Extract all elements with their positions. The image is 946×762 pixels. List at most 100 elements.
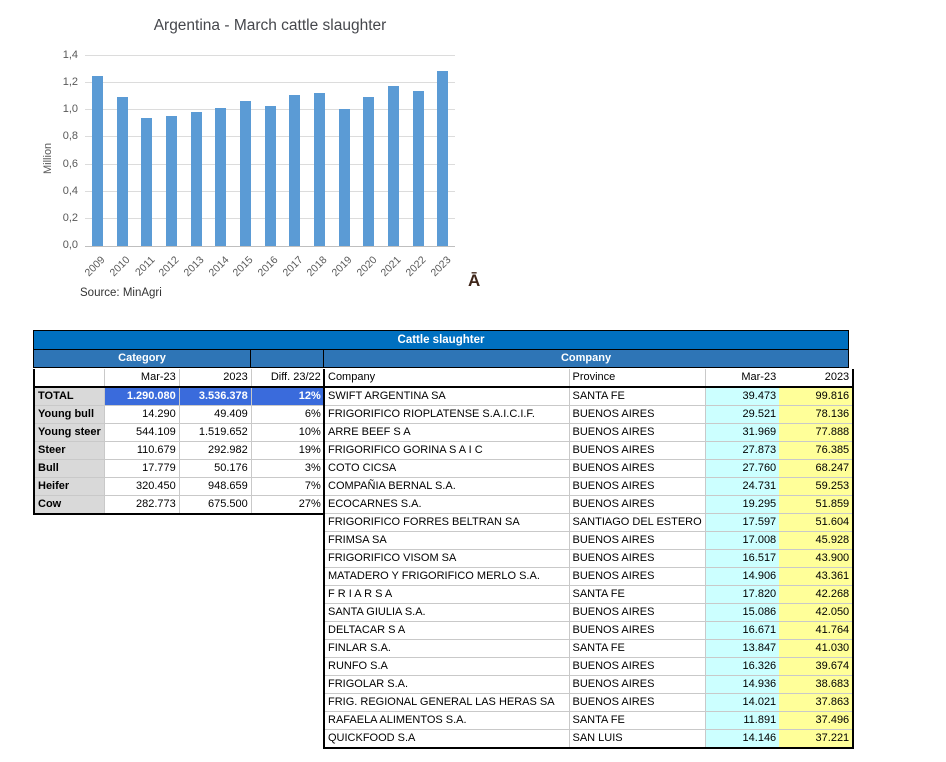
company-2023-cell[interactable]: 59.253 [779, 478, 853, 496]
company-province-cell[interactable]: BUENOS AIRES [569, 676, 705, 694]
company-2023-cell[interactable]: 99.816 [779, 387, 853, 406]
company-province-cell[interactable]: BUENOS AIRES [569, 406, 705, 424]
company-province-cell[interactable]: SANTA FE [569, 712, 705, 730]
company-name-cell[interactable]: SWIFT ARGENTINA SA [324, 387, 569, 406]
company-name-cell[interactable]: FRIG. REGIONAL GENERAL LAS HERAS SA [324, 694, 569, 712]
category-section-header[interactable]: Category [34, 350, 251, 368]
company-name-cell[interactable]: F R I A R S A [324, 586, 569, 604]
company-mar23-cell[interactable]: 29.521 [705, 406, 779, 424]
company-name-cell[interactable]: ARRE BEEF S A [324, 424, 569, 442]
category-2023-cell[interactable]: 1.519.652 [179, 424, 251, 442]
company-mar23-cell[interactable]: 16.671 [705, 622, 779, 640]
company-name-cell[interactable]: FRIMSA SA [324, 532, 569, 550]
company-2023-cell[interactable]: 39.674 [779, 658, 853, 676]
company-province-cell[interactable]: BUENOS AIRES [569, 550, 705, 568]
company-mar23-cell[interactable]: 27.873 [705, 442, 779, 460]
category-diff-cell[interactable]: 3% [251, 460, 324, 478]
company-province-cell[interactable]: BUENOS AIRES [569, 658, 705, 676]
company-province-cell[interactable]: SAN LUIS [569, 730, 705, 749]
category-row-label[interactable]: Bull [34, 460, 104, 478]
category-diff-cell[interactable]: 7% [251, 478, 324, 496]
company-2023-cell[interactable]: 68.247 [779, 460, 853, 478]
category-diff-cell[interactable]: 27% [251, 496, 324, 515]
company-mar23-cell[interactable]: 13.847 [705, 640, 779, 658]
category-mar23-cell[interactable]: 1.290.080 [104, 387, 179, 406]
company-2023-cell[interactable]: 38.683 [779, 676, 853, 694]
company-mar23-cell[interactable]: 14.021 [705, 694, 779, 712]
company-name-cell[interactable]: FRIGOLAR S.A. [324, 676, 569, 694]
company-name-cell[interactable]: SANTA GIULIA S.A. [324, 604, 569, 622]
company-name-cell[interactable]: FRIGORIFICO VISOM SA [324, 550, 569, 568]
category-2023-cell[interactable]: 675.500 [179, 496, 251, 515]
company-name-cell[interactable]: DELTACAR S A [324, 622, 569, 640]
company-2023-cell[interactable]: 42.268 [779, 586, 853, 604]
category-2023-cell[interactable]: 49.409 [179, 406, 251, 424]
company-province-cell[interactable]: BUENOS AIRES [569, 694, 705, 712]
category-row-label[interactable]: TOTAL [34, 387, 104, 406]
category-diff-cell[interactable]: 19% [251, 442, 324, 460]
category-row-label[interactable]: Steer [34, 442, 104, 460]
category-2023-cell[interactable]: 292.982 [179, 442, 251, 460]
company-mar23-cell[interactable]: 15.086 [705, 604, 779, 622]
company-name-cell[interactable]: FRIGORIFICO RIOPLATENSE S.A.I.C.I.F. [324, 406, 569, 424]
company-mar23-cell[interactable]: 24.731 [705, 478, 779, 496]
company-province-cell[interactable]: SANTIAGO DEL ESTERO [569, 514, 705, 532]
company-mar23-cell[interactable]: 27.760 [705, 460, 779, 478]
company-mar23-cell[interactable]: 17.597 [705, 514, 779, 532]
category-col-header-mar23[interactable]: Mar-23 [104, 369, 179, 387]
company-mar23-cell[interactable]: 14.146 [705, 730, 779, 749]
category-2023-cell[interactable]: 50.176 [179, 460, 251, 478]
company-name-cell[interactable]: FINLAR S.A. [324, 640, 569, 658]
company-2023-cell[interactable]: 37.863 [779, 694, 853, 712]
company-2023-cell[interactable]: 76.385 [779, 442, 853, 460]
category-mar23-cell[interactable]: 110.679 [104, 442, 179, 460]
company-province-cell[interactable]: BUENOS AIRES [569, 496, 705, 514]
category-diff-cell[interactable]: 6% [251, 406, 324, 424]
category-2023-cell[interactable]: 948.659 [179, 478, 251, 496]
company-province-cell[interactable]: BUENOS AIRES [569, 424, 705, 442]
section-header-spacer-cell[interactable] [251, 350, 324, 368]
company-mar23-cell[interactable]: 16.326 [705, 658, 779, 676]
table-title-cell[interactable]: Cattle slaughter [34, 331, 849, 350]
category-diff-cell[interactable]: 12% [251, 387, 324, 406]
company-name-cell[interactable]: FRIGORIFICO GORINA S A I C [324, 442, 569, 460]
company-province-cell[interactable]: BUENOS AIRES [569, 622, 705, 640]
company-mar23-cell[interactable]: 16.517 [705, 550, 779, 568]
company-province-cell[interactable]: BUENOS AIRES [569, 442, 705, 460]
company-2023-cell[interactable]: 77.888 [779, 424, 853, 442]
company-province-cell[interactable]: BUENOS AIRES [569, 568, 705, 586]
category-mar23-cell[interactable]: 544.109 [104, 424, 179, 442]
company-2023-cell[interactable]: 43.900 [779, 550, 853, 568]
company-name-cell[interactable]: ECOCARNES S.A. [324, 496, 569, 514]
company-mar23-cell[interactable]: 11.891 [705, 712, 779, 730]
company-name-cell[interactable]: QUICKFOOD S.A [324, 730, 569, 749]
company-2023-cell[interactable]: 43.361 [779, 568, 853, 586]
company-name-cell[interactable]: RAFAELA ALIMENTOS S.A. [324, 712, 569, 730]
company-province-cell[interactable]: SANTA FE [569, 586, 705, 604]
company-2023-cell[interactable]: 42.050 [779, 604, 853, 622]
category-mar23-cell[interactable]: 17.779 [104, 460, 179, 478]
category-mar23-cell[interactable]: 14.290 [104, 406, 179, 424]
company-mar23-cell[interactable]: 19.295 [705, 496, 779, 514]
company-province-cell[interactable]: SANTA FE [569, 640, 705, 658]
company-name-cell[interactable]: FRIGORIFICO FORRES BELTRAN SA [324, 514, 569, 532]
company-name-cell[interactable]: RUNFO S.A [324, 658, 569, 676]
category-col-header-blank[interactable] [34, 369, 104, 387]
company-province-cell[interactable]: SANTA FE [569, 387, 705, 406]
company-mar23-cell[interactable]: 17.820 [705, 586, 779, 604]
company-mar23-cell[interactable]: 14.906 [705, 568, 779, 586]
company-2023-cell[interactable]: 45.928 [779, 532, 853, 550]
company-name-cell[interactable]: MATADERO Y FRIGORIFICO MERLO S.A. [324, 568, 569, 586]
company-2023-cell[interactable]: 37.221 [779, 730, 853, 749]
category-row-label[interactable]: Young steer [34, 424, 104, 442]
category-mar23-cell[interactable]: 320.450 [104, 478, 179, 496]
category-mar23-cell[interactable]: 282.773 [104, 496, 179, 515]
category-row-label[interactable]: Young bull [34, 406, 104, 424]
company-mar23-cell[interactable]: 31.969 [705, 424, 779, 442]
company-province-cell[interactable]: BUENOS AIRES [569, 604, 705, 622]
company-province-cell[interactable]: BUENOS AIRES [569, 478, 705, 496]
company-2023-cell[interactable]: 51.859 [779, 496, 853, 514]
category-col-header-2023[interactable]: 2023 [179, 369, 251, 387]
category-diff-cell[interactable]: 10% [251, 424, 324, 442]
company-province-cell[interactable]: BUENOS AIRES [569, 532, 705, 550]
